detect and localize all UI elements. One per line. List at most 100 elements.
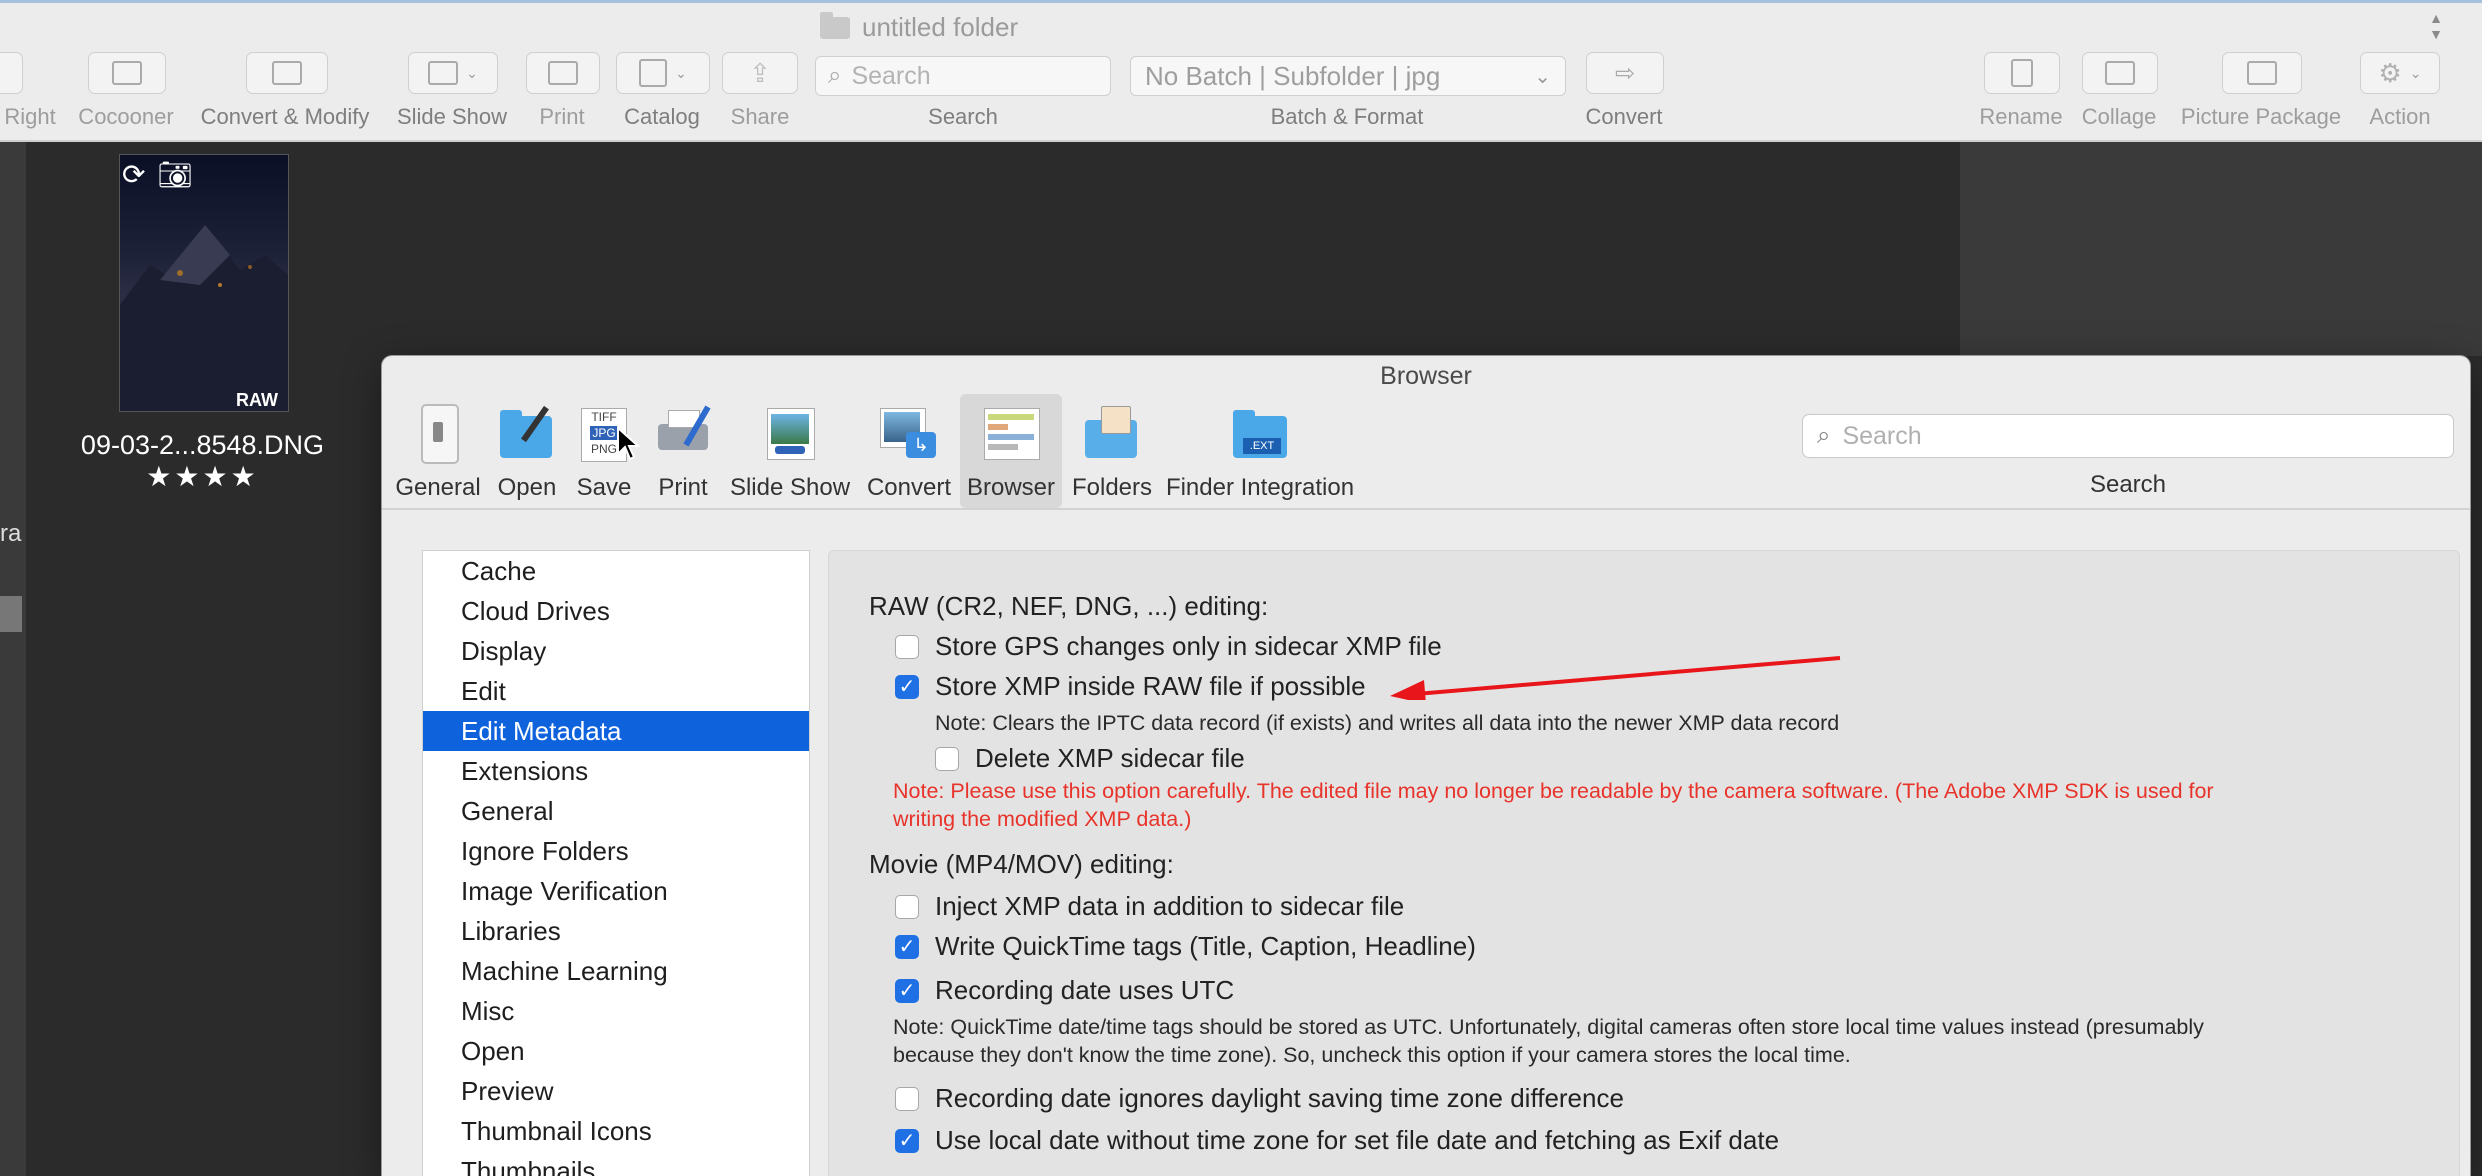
toolbar-picture-package-button[interactable] — [2222, 52, 2302, 94]
chevron-down-icon: ⌄ — [1534, 65, 1551, 88]
toolbar-rename-button[interactable] — [1984, 52, 2060, 94]
toolbar-collage-button[interactable] — [2082, 52, 2158, 94]
tab-folders-label: Folders — [1071, 474, 1153, 501]
inject-xmp-checkbox[interactable] — [895, 894, 919, 919]
store-xmp-raw-option[interactable]: ✓ Store XMP inside RAW file if possible — [895, 671, 1366, 702]
rename-icon — [2011, 59, 2033, 87]
tab-open-label: Open — [497, 474, 557, 501]
preferences-search-input[interactable]: ⌕ Search — [1802, 414, 2454, 458]
window-top-edge — [0, 0, 2482, 3]
folder-icon — [820, 11, 850, 39]
inject-xmp-option[interactable]: Inject XMP data in addition to sidecar f… — [895, 891, 1404, 922]
quicktime-tags-label: Write QuickTime tags (Title, Caption, He… — [935, 931, 1476, 961]
tab-folders[interactable]: Folders — [1070, 394, 1154, 508]
extension-folder-icon: .EXT — [1231, 404, 1289, 462]
recording-utc-label: Recording date uses UTC — [935, 975, 1235, 1005]
toolbar-action-button[interactable]: ⚙ ⌄ — [2360, 52, 2440, 94]
quicktime-tags-checkbox[interactable]: ✓ — [895, 934, 919, 959]
search-icon: ⌕ — [828, 62, 842, 89]
recording-utc-option[interactable]: ✓ Recording date uses UTC — [895, 975, 1234, 1006]
window-title-text: untitled folder — [862, 12, 1019, 42]
category-item[interactable]: Open — [423, 1031, 809, 1071]
toolbar-cocooner-button[interactable] — [88, 52, 166, 94]
toolbar-label-picture-package: Picture Package — [2180, 104, 2342, 129]
gps-sidecar-option[interactable]: Store GPS changes only in sidecar XMP fi… — [895, 631, 1442, 662]
delete-sidecar-checkbox[interactable] — [935, 746, 959, 771]
tab-browser-label: Browser — [966, 474, 1056, 501]
tab-save-label: Save — [576, 474, 632, 501]
search-icon: ⌕ — [1817, 422, 1831, 449]
delete-sidecar-label: Delete XMP sidecar file — [975, 743, 1245, 773]
toolbar-catalog-button[interactable]: ⌄ — [616, 52, 710, 94]
warning-note-line1: Note: Please use this option carefully. … — [893, 779, 2214, 803]
category-item[interactable]: Ignore Folders — [423, 831, 809, 871]
raw-badge: RAW — [236, 390, 278, 410]
ignore-dst-option[interactable]: Recording date ignores daylight saving t… — [895, 1083, 1624, 1114]
thumbnail-image[interactable] — [119, 154, 289, 412]
category-item[interactable]: Extensions — [423, 751, 809, 791]
toolbar-label-batch-format: Batch & Format — [1270, 104, 1424, 129]
local-date-label: Use local date without time zone for set… — [935, 1125, 1780, 1155]
chevron-down-icon: ⌄ — [2409, 64, 2422, 81]
category-item[interactable]: Preview — [423, 1071, 809, 1111]
tab-general-label: General — [395, 474, 481, 501]
delete-sidecar-option[interactable]: Delete XMP sidecar file — [935, 743, 1245, 774]
toolbar-print-button[interactable] — [526, 52, 600, 94]
category-item[interactable]: Display — [423, 631, 809, 671]
mountain-landscape-icon — [120, 225, 288, 411]
utc-note-line2: because they don't know the time zone). … — [893, 1043, 1851, 1067]
toolbar-rotate-right-button[interactable] — [0, 52, 23, 94]
toolbar-slideshow-button[interactable]: ⌄ — [408, 52, 498, 94]
toolbar-search-input[interactable]: ⌕ Search — [815, 56, 1111, 96]
toolbar-convert-button[interactable]: ⇨ — [1586, 52, 1664, 94]
tab-print[interactable]: Print — [648, 394, 718, 508]
ignore-dst-label: Recording date ignores daylight saving t… — [935, 1083, 1624, 1113]
category-item-selected[interactable]: Edit Metadata — [423, 711, 809, 751]
tab-convert[interactable]: ↳ Convert — [860, 394, 958, 508]
printer-icon — [654, 404, 712, 462]
category-item[interactable]: Image Verification — [423, 871, 809, 911]
category-item[interactable]: Misc — [423, 991, 809, 1031]
category-item[interactable]: General — [423, 791, 809, 831]
preferences-title: Browser — [1380, 362, 1472, 390]
store-xmp-raw-checkbox[interactable]: ✓ — [895, 674, 919, 699]
toolbar-label-rename: Rename — [1979, 104, 2063, 129]
window-title: untitled folder — [820, 11, 1019, 43]
category-item[interactable]: Thumbnail Icons — [423, 1111, 809, 1151]
gear-icon: ⚙ — [2378, 57, 2402, 88]
toolbar-label-action: Action — [2369, 104, 2431, 129]
toolbar-convert-modify-button[interactable] — [246, 52, 328, 94]
local-date-checkbox[interactable]: ✓ — [895, 1128, 919, 1153]
tab-finder-integration[interactable]: .EXT Finder Integration — [1162, 394, 1358, 508]
category-item[interactable]: Machine Learning — [423, 951, 809, 991]
preferences-category-list: Cache Cloud Drives Display Edit Edit Met… — [422, 550, 810, 1176]
preferences-window: Browser General Open TIFF JPG PNG Save Pri… — [382, 356, 2470, 1176]
iptc-note: Note: Clears the IPTC data record (if ex… — [935, 711, 1840, 735]
quicktime-tags-option[interactable]: ✓ Write QuickTime tags (Title, Caption, … — [895, 931, 1476, 962]
toolbar-share-button[interactable]: ⇪ — [722, 52, 798, 94]
local-date-option[interactable]: ✓ Use local date without time zone for s… — [895, 1125, 1779, 1156]
cocooner-icon — [112, 61, 142, 85]
category-item[interactable]: Libraries — [423, 911, 809, 951]
catalog-grid-icon — [639, 59, 668, 87]
category-item[interactable]: Thumbnails — [423, 1151, 809, 1176]
toolbar-label-collage: Collage — [2081, 104, 2157, 129]
batch-format-select[interactable]: No Batch | Subfolder | jpg ⌄ — [1130, 56, 1566, 96]
ignore-dst-checkbox[interactable] — [895, 1086, 919, 1111]
category-item[interactable]: Edit — [423, 671, 809, 711]
tab-open[interactable]: Open — [492, 394, 562, 508]
tab-slideshow[interactable]: Slide Show — [728, 394, 852, 508]
category-item[interactable]: Cache — [423, 551, 809, 591]
thumbnail-filename: 09-03-2...8548.DNG — [80, 430, 325, 460]
category-item[interactable]: Cloud Drives — [423, 591, 809, 631]
tab-general[interactable]: General — [395, 394, 481, 508]
raw-editing-heading: RAW (CR2, NEF, DNG, ...) editing: — [869, 591, 1269, 621]
gps-sidecar-checkbox[interactable] — [895, 634, 919, 659]
thumbnail-rating[interactable]: ★★★★ — [0, 460, 405, 493]
window-resize-arrows-icon[interactable]: ▲ ▼ — [2426, 10, 2446, 46]
toolbar-label-cocooner: Cocooner — [78, 104, 174, 129]
tab-browser[interactable]: Browser — [960, 394, 1062, 508]
folders-icon — [1083, 404, 1141, 462]
toolbar-label-catalog: Catalog — [624, 104, 700, 129]
recording-utc-checkbox[interactable]: ✓ — [895, 978, 919, 1003]
